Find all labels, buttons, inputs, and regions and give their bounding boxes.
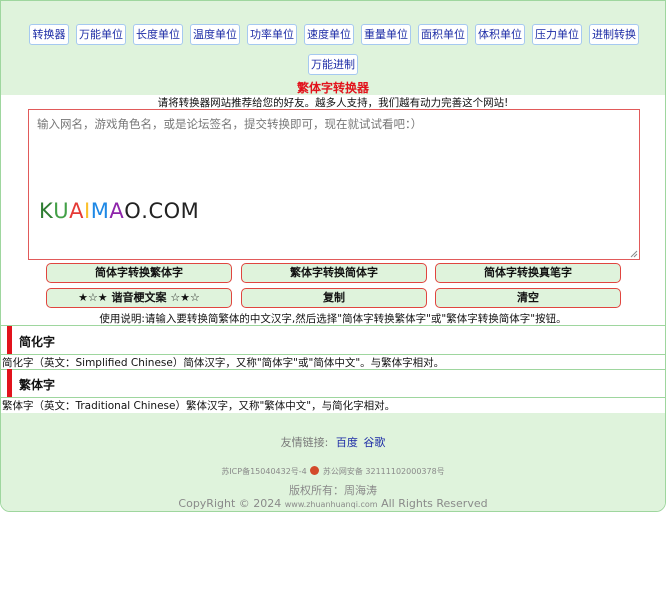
icp-link[interactable]: 苏ICP备15040432号-4 <box>221 467 306 476</box>
owner-text: 版权所有：周海涛 <box>289 484 377 497</box>
section-simplified-header: 简化字 <box>1 326 665 354</box>
copyright: CopyRight © 2024 www.zhuanhuanqi.com All… <box>1 497 665 510</box>
homophone-copy-button[interactable]: ★☆★ 谐音梗文案 ☆★☆ <box>46 288 232 308</box>
nav-item-universal-unit[interactable]: 万能单位 <box>76 24 126 45</box>
copy-button[interactable]: 复制 <box>241 288 427 308</box>
logo-letter: A <box>69 199 85 223</box>
logo-letter: O <box>163 199 181 223</box>
traditional-to-simplified-button[interactable]: 繁体字转换简体字 <box>241 263 427 283</box>
section-traditional-header: 繁体字 <box>1 369 665 397</box>
friend-links: 友情链接: 百度 谷歌 <box>1 434 665 450</box>
usage-instructions: 使用说明:请输入要转换简繁体的中文汉字,然后选择"简体字转换繁体字"或"繁体字转… <box>99 313 567 325</box>
logo-letter: K <box>39 199 54 223</box>
logo-letter: I <box>84 199 91 223</box>
nav-item-speed-unit[interactable]: 速度单位 <box>304 24 354 45</box>
icp-info: 苏ICP备15040432号-4 苏公网安备 32111102000378号 <box>1 466 665 477</box>
copyright-domain: www.zhuanhuanqi.com <box>284 500 378 509</box>
simplified-to-traditional-button[interactable]: 简体字转换繁体字 <box>46 263 232 283</box>
nav-item-power-unit[interactable]: 功率单位 <box>247 24 297 45</box>
friend-link-baidu[interactable]: 百度 <box>336 436 358 449</box>
clear-button[interactable]: 清空 <box>435 288 621 308</box>
logo-letter: M <box>90 199 110 223</box>
section-traditional-text: 繁体字（英文：Traditional Chinese）繁体汉字，又称"繁体中文"… <box>2 400 396 412</box>
resize-handle-icon[interactable] <box>630 250 638 258</box>
text-input-box: KUAIMAO.COM <box>28 109 640 260</box>
page-title: 繁体字转换器 <box>296 81 369 95</box>
logo-letter: C <box>148 199 164 223</box>
police-badge-icon <box>310 466 320 475</box>
friend-link-google[interactable]: 谷歌 <box>363 436 385 449</box>
logo-letter: A <box>109 199 125 223</box>
copyright-suffix: All Rights Reserved <box>381 497 488 510</box>
police-record-link[interactable]: 苏公网安备 32111102000378号 <box>323 467 445 476</box>
nav-item-volume-unit[interactable]: 体积单位 <box>475 24 525 45</box>
nav-item-base-conversion[interactable]: 进制转换 <box>589 24 639 45</box>
section-title: 繁体字 <box>19 378 56 392</box>
section-accent-bar <box>7 369 12 397</box>
section-simplified-text: 简化字（英文：Simplified Chinese）简体汉字，又称"简体字"或"… <box>2 357 445 369</box>
recommend-text: 请将转换器网站推荐给您的好友。越多人支持，我们越有动力完善这个网站! <box>157 97 509 109</box>
nav-item-area-unit[interactable]: 面积单位 <box>418 24 468 45</box>
logo-letter: M <box>180 199 200 223</box>
friend-links-label: 友情链接: <box>280 436 329 449</box>
kuaimao-logo: KUAIMAO.COM <box>39 199 199 225</box>
logo-letter: U <box>53 199 70 223</box>
section-accent-bar <box>7 326 12 354</box>
nav-item-length-unit[interactable]: 长度单位 <box>133 24 183 45</box>
nav-item-pressure-unit[interactable]: 压力单位 <box>532 24 582 45</box>
simplified-to-calligraphy-button[interactable]: 简体字转换真笔字 <box>435 263 621 283</box>
page-frame: 转换器 万能单位 长度单位 温度单位 功率单位 速度单位 重量单位 面积单位 体… <box>0 0 666 512</box>
logo-letter: . <box>141 199 149 223</box>
nav-item-converter[interactable]: 转换器 <box>29 24 69 45</box>
copyright-prefix: CopyRight © 2024 <box>178 497 282 510</box>
section-title: 简化字 <box>19 335 56 349</box>
nav-item-weight-unit[interactable]: 重量单位 <box>361 24 411 45</box>
logo-letter: O <box>124 199 142 223</box>
text-input[interactable] <box>29 110 639 259</box>
nav-item-universal-base[interactable]: 万能进制 <box>308 54 358 75</box>
nav-item-temperature-unit[interactable]: 温度单位 <box>190 24 240 45</box>
footer: 友情链接: 百度 谷歌 苏ICP备15040432号-4 苏公网安备 32111… <box>1 413 665 511</box>
